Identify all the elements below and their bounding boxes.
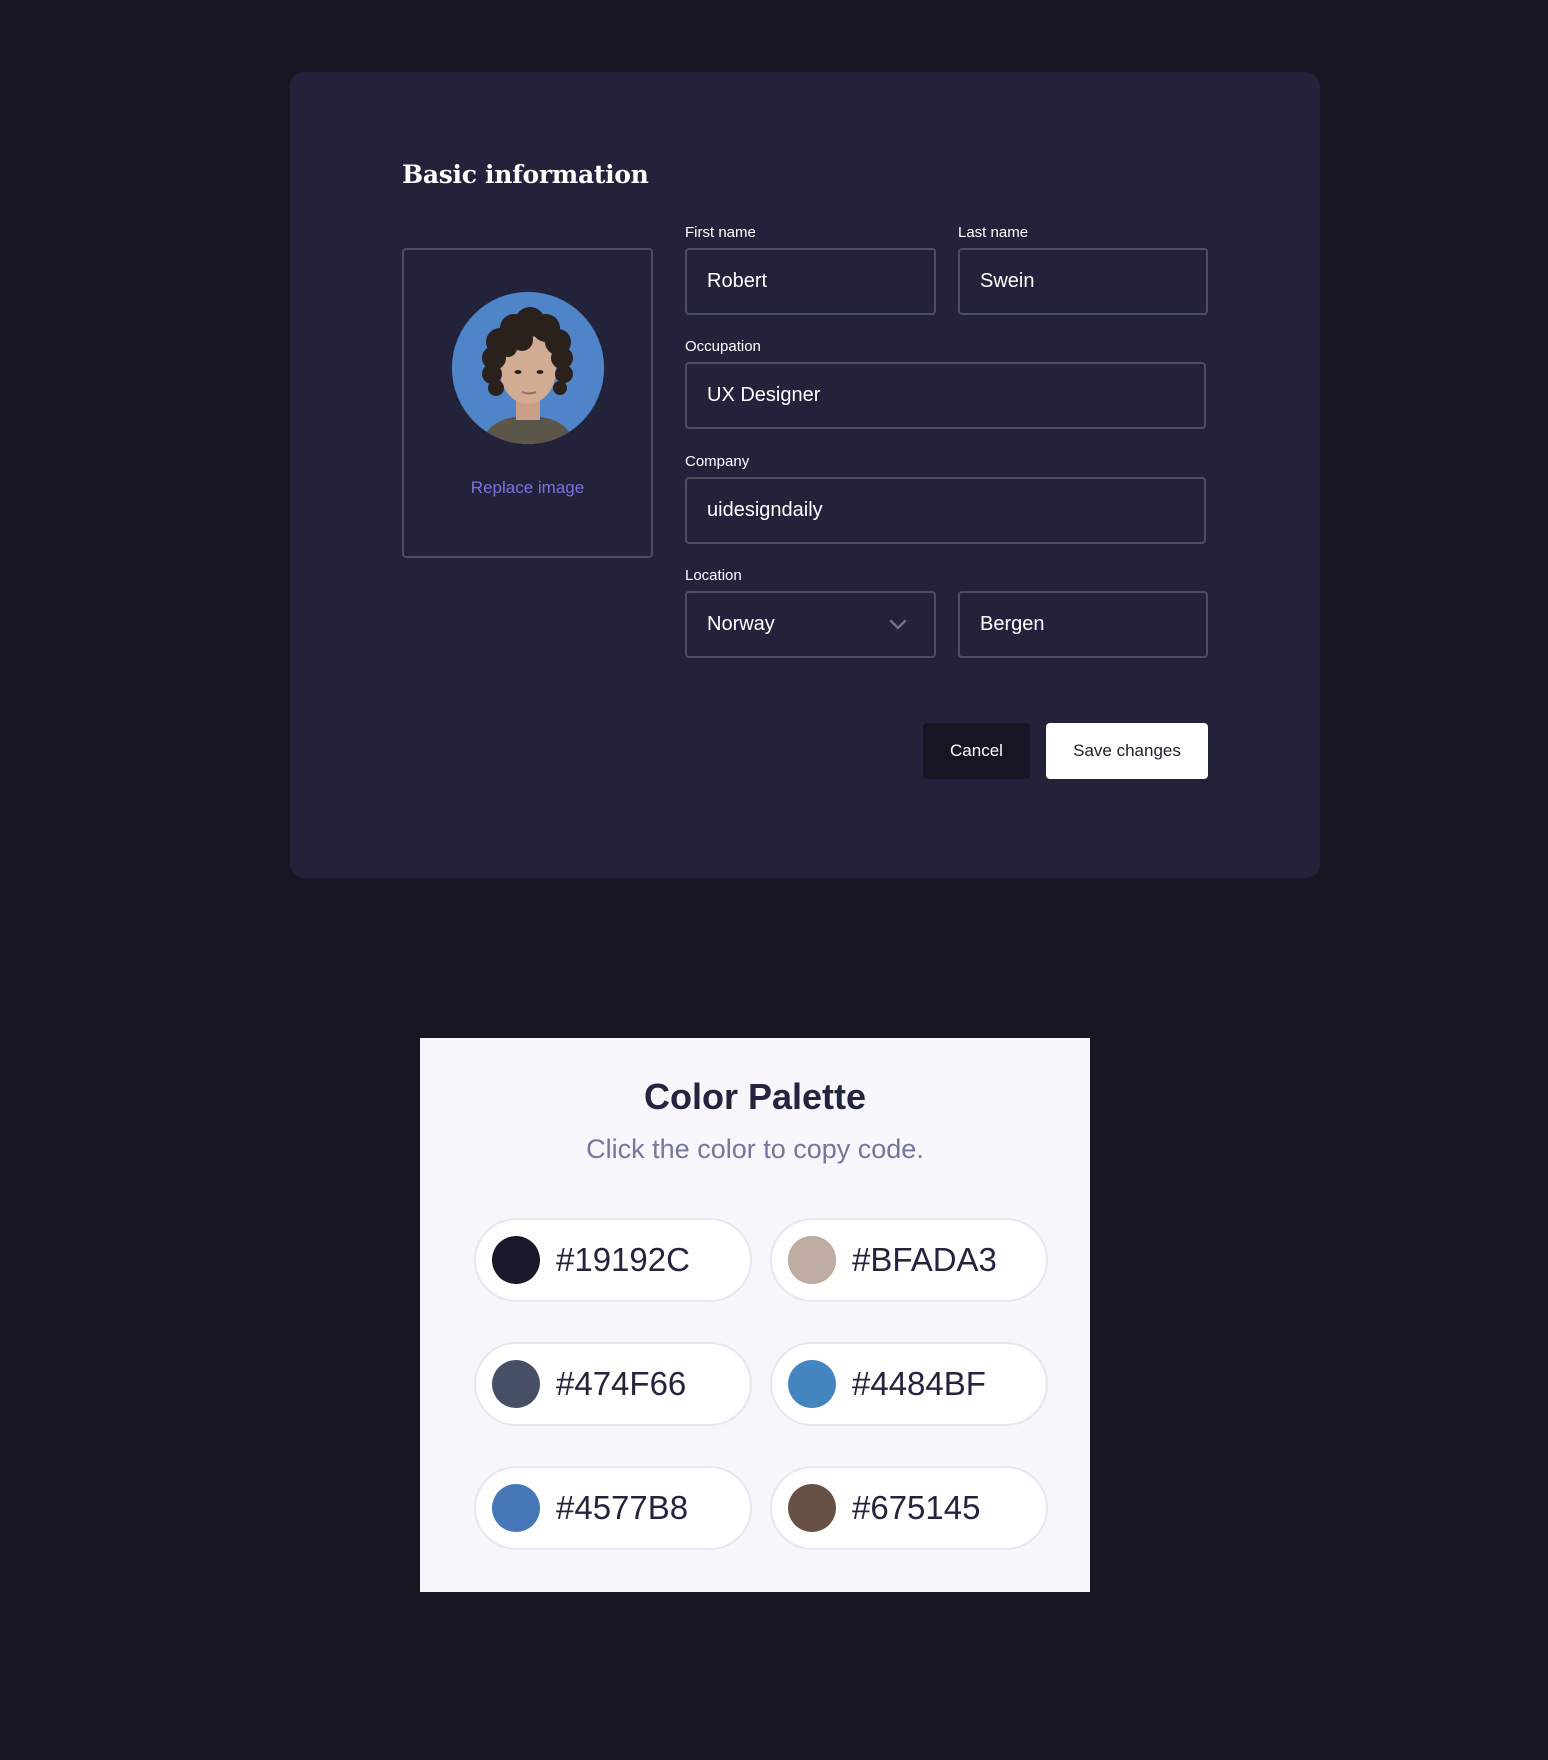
palette-subtitle: Click the color to copy code. <box>586 1134 924 1164</box>
swatch-color-dot <box>788 1484 836 1532</box>
city-value: Bergen <box>980 613 1045 635</box>
swatch-color-dot <box>492 1360 540 1408</box>
basic-information-card: Basic information Replace image First na… <box>290 72 1320 878</box>
swatch-code: #19192C <box>556 1241 690 1278</box>
swatch-2[interactable]: #474F66 <box>474 1342 752 1426</box>
swatch-code: #675145 <box>852 1489 981 1526</box>
color-palette-card: Color Palette Click the color to copy co… <box>420 1038 1090 1592</box>
avatar <box>452 292 604 444</box>
occupation-field[interactable]: UX Designer <box>685 362 1206 429</box>
swatch-color-dot <box>492 1236 540 1284</box>
company-value: uidesigndaily <box>707 499 823 521</box>
company-label: Company <box>685 453 750 470</box>
card-title: Basic information <box>402 160 649 189</box>
last-name-label: Last name <box>958 224 1029 241</box>
cancel-button[interactable]: Cancel <box>923 723 1030 779</box>
country-value: Norway <box>707 613 775 635</box>
swatch-color-dot <box>788 1236 836 1284</box>
replace-image-link[interactable]: Replace image <box>404 478 651 498</box>
swatch-color-dot <box>788 1360 836 1408</box>
occupation-value: UX Designer <box>707 384 821 406</box>
first-name-value: Robert <box>707 270 768 292</box>
swatch-code: #4577B8 <box>556 1489 689 1526</box>
swatch-4[interactable]: #4577B8 <box>474 1466 752 1550</box>
save-changes-button[interactable]: Save changes <box>1046 723 1208 779</box>
last-name-field[interactable]: Swein <box>958 248 1208 315</box>
swatch-5[interactable]: #675145 <box>770 1466 1048 1550</box>
swatch-0[interactable]: #19192C <box>474 1218 752 1302</box>
first-name-label: First name <box>685 224 756 241</box>
swatch-code: #474F66 <box>556 1365 687 1402</box>
swatch-code: #BFADA3 <box>852 1241 997 1278</box>
swatch-color-dot <box>492 1484 540 1532</box>
avatar-portrait <box>452 292 604 444</box>
city-field[interactable]: Bergen <box>958 591 1208 658</box>
last-name-value: Swein <box>980 270 1035 292</box>
occupation-label: Occupation <box>685 338 761 355</box>
country-select[interactable]: Norway <box>685 591 936 658</box>
avatar-panel: Replace image <box>402 248 653 558</box>
chevron-down-icon <box>889 619 907 630</box>
location-label: Location <box>685 567 742 584</box>
swatch-1[interactable]: #BFADA3 <box>770 1218 1048 1302</box>
first-name-field[interactable]: Robert <box>685 248 936 315</box>
swatch-code: #4484BF <box>852 1365 986 1402</box>
palette-title: Color Palette <box>643 1076 867 1117</box>
company-field[interactable]: uidesigndaily <box>685 477 1206 544</box>
swatch-3[interactable]: #4484BF <box>770 1342 1048 1426</box>
